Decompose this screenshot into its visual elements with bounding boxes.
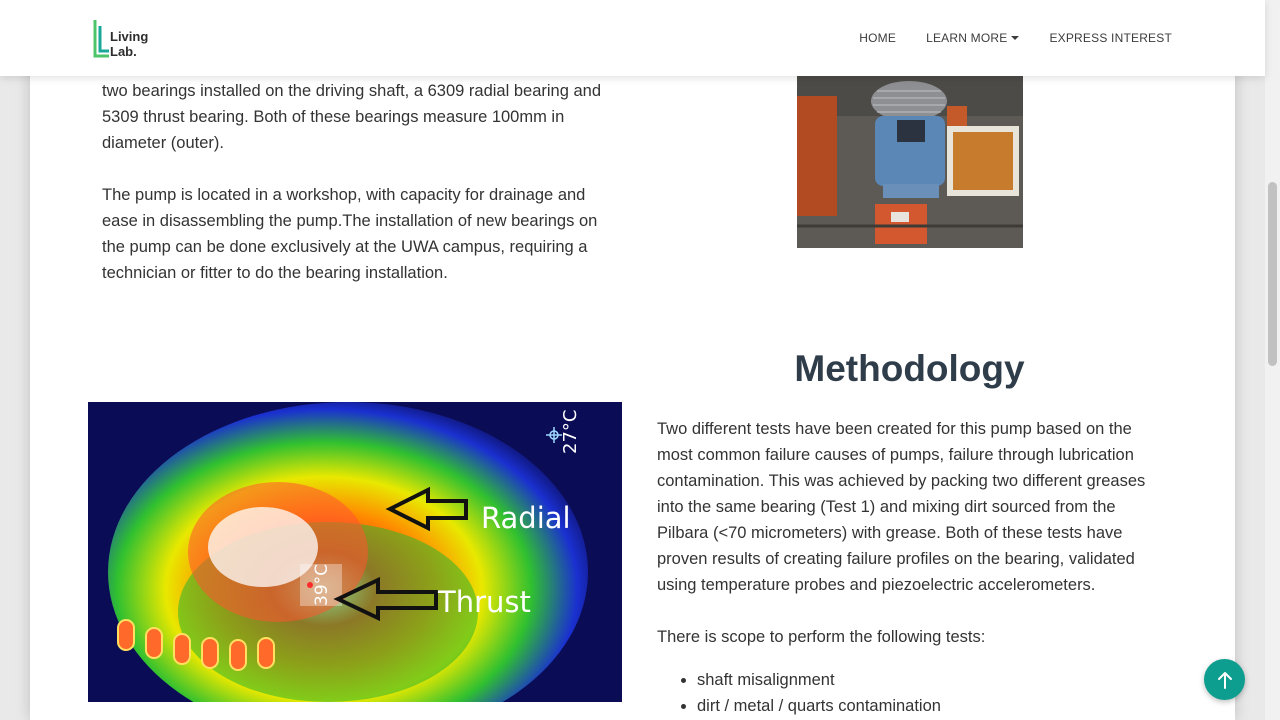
list-item: dirt / metal / quarts contamination — [697, 693, 941, 719]
thermal-image-illustration — [88, 402, 622, 702]
methodology-paragraph: Two different tests have been created fo… — [657, 420, 1146, 594]
caret-down-icon — [1011, 36, 1020, 40]
thermal-label-radial: Radial — [481, 501, 571, 535]
arrow-up-icon — [1217, 671, 1232, 689]
intro-paragraph-bearings: two bearings installed on the driving sh… — [102, 82, 601, 152]
nav-links: HOME LEARN MORE EXPRESS INTEREST — [859, 31, 1172, 45]
scrollbar-thumb[interactable] — [1268, 182, 1277, 366]
logo-line-1: Living — [110, 29, 149, 44]
nav-express-interest[interactable]: EXPRESS INTEREST — [1049, 31, 1172, 45]
test-list: shaft misalignment dirt / metal / quarts… — [657, 667, 941, 719]
list-item: shaft misalignment — [697, 667, 941, 693]
living-lab-logo[interactable]: Living Lab. — [93, 18, 163, 60]
pump-photo-illustration — [797, 76, 1023, 248]
thermal-label-thrust: Thrust — [438, 585, 531, 619]
nav-learn-more[interactable]: LEARN MORE — [926, 31, 1020, 45]
logo-line-2: Lab. — [110, 44, 137, 59]
thermal-image: 27°C 39°C Radial Thrust — [88, 402, 622, 702]
thermal-temp-spot: 39°C — [312, 563, 332, 606]
pump-photo — [797, 76, 1023, 248]
thermal-temp-top: 27°C — [560, 409, 581, 454]
scrollbar[interactable] — [1265, 0, 1280, 720]
navbar: Living Lab. HOME LEARN MORE EXPRESS INTE… — [0, 0, 1265, 76]
scope-intro: There is scope to perform the following … — [657, 628, 986, 646]
nav-home[interactable]: HOME — [859, 31, 896, 45]
back-to-top-button[interactable] — [1204, 659, 1245, 700]
logo-mark-icon — [93, 20, 109, 58]
intro-paragraph-workshop: The pump is located in a workshop, with … — [102, 186, 598, 282]
methodology-heading: Methodology — [794, 348, 1025, 389]
nav-learn-more-label: LEARN MORE — [926, 31, 1008, 45]
logo-text: Living Lab. — [110, 29, 148, 59]
